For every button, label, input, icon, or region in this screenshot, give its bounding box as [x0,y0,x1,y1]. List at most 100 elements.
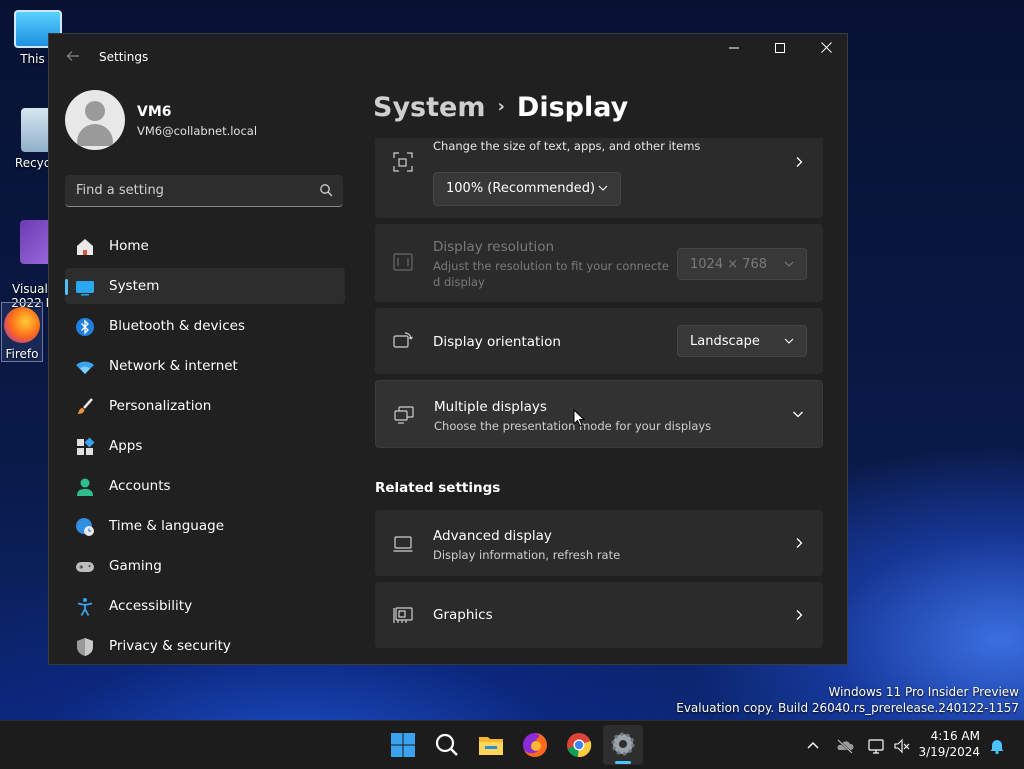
system-icon [76,281,94,296]
scale-dropdown-value: 100% (Recommended) [446,181,596,196]
user-profile[interactable]: VM6 VM6@collabnet.local [65,90,365,152]
display-resolution-card: Display resolution Adjust the resolution… [375,224,823,302]
chevron-down-icon [793,411,803,418]
home-icon [77,239,93,255]
chevron-down-icon [784,338,794,344]
chrome-icon[interactable] [563,729,595,761]
sidebar-item-label: Personalization [109,398,212,414]
window-title: Settings [99,50,149,64]
sidebar-item-home[interactable]: Home [65,228,345,264]
search-icon[interactable] [431,729,463,761]
related-settings-heading: Related settings [375,480,501,496]
sidebar-item-label: Privacy & security [109,638,231,654]
search-icon [320,184,333,197]
sidebar-item-network[interactable]: Network & internet [65,348,345,384]
multiple-displays-title: Multiple displays [434,399,547,415]
desktop-icon-label: Firefo [5,347,39,361]
chevron-down-icon [598,185,608,191]
firefox-icon[interactable] [519,729,551,761]
sidebar-item-accessibility[interactable]: Accessibility [65,588,345,624]
close-button[interactable] [803,34,847,66]
chevron-down-icon [784,261,794,267]
profile-name: VM6 [137,104,172,120]
clock-date: 3/19/2024 [918,745,980,759]
chevron-up-icon[interactable] [804,737,822,755]
taskbar: 4:16 AM 3/19/2024 [0,720,1024,769]
system-clock[interactable]: 4:16 AM 3/19/2024 [918,728,980,760]
sidebar-nav: Home System Bluetooth & devices Network … [65,228,345,664]
advanced-display-title: Advanced display [433,528,552,544]
multiple-displays-icon [394,406,414,424]
active-app-indicator [615,761,631,764]
sidebar-item-system[interactable]: System [65,268,345,304]
advanced-display-card[interactable]: Advanced display Display information, re… [375,510,823,576]
volume-muted-icon[interactable] [893,737,911,755]
sidebar-item-label: Gaming [109,558,162,574]
breadcrumb-parent[interactable]: System [373,92,485,123]
close-icon [820,42,832,53]
search-input[interactable]: Find a setting [65,175,343,207]
desktop-icon-firefox[interactable]: Firefo [1,302,43,362]
start-icon[interactable] [387,729,419,761]
notification-bell-icon[interactable] [988,737,1006,755]
globe-clock-icon [76,518,94,536]
display-resolution-subtitle-1: Adjust the resolution to fit your connec… [433,259,669,273]
file-explorer-icon[interactable] [475,729,507,761]
display-resolution-subtitle-2: d display [433,275,485,289]
scale-dropdown[interactable]: 100% (Recommended) [433,172,621,206]
sidebar-item-label: Bluetooth & devices [109,318,246,334]
watermark-line-1: Windows 11 Pro Insider Preview [828,685,1019,699]
resolution-dropdown-value: 1024 × 768 [690,257,768,272]
sidebar-item-label: Apps [109,438,143,454]
watermark-line-2: Evaluation copy. Build 26040.rs_prerelea… [676,701,1019,715]
orientation-icon [393,332,413,348]
display-resolution-title: Display resolution [433,239,555,255]
settings-icon [611,732,635,756]
minimize-button[interactable] [711,34,757,66]
search-placeholder: Find a setting [76,183,164,198]
avatar [65,90,125,150]
sidebar-item-accounts[interactable]: Accounts [65,468,345,504]
clock-time: 4:16 AM [930,729,980,743]
resolution-icon [393,253,413,271]
laptop-icon [393,536,413,552]
bluetooth-icon [76,318,94,336]
mouse-pointer-icon [573,409,585,427]
orientation-dropdown-value: Landscape [690,334,760,349]
chevron-right-icon [796,538,803,548]
accessibility-icon [77,598,93,616]
profile-email: VM6@collabnet.local [137,124,258,138]
firefox-icon [4,307,40,343]
sidebar-item-apps[interactable]: Apps [65,428,345,464]
onedrive-icon[interactable] [836,737,854,755]
sidebar-item-label: Home [109,238,149,254]
title-bar[interactable]: Settings [49,34,847,82]
breadcrumb-separator: › [497,96,505,117]
scale-icon [393,152,413,172]
sidebar-item-time-language[interactable]: Time & language [65,508,345,544]
graphics-card[interactable]: Graphics [375,582,823,648]
shield-icon [77,638,93,656]
arrow-left-icon[interactable] [63,48,83,68]
graphics-card-icon [393,607,413,623]
graphics-title: Graphics [433,607,493,623]
sidebar-item-privacy-security[interactable]: Privacy & security [65,628,345,664]
maximize-icon [775,43,785,53]
orientation-dropdown[interactable]: Landscape [677,325,807,357]
chevron-right-icon [796,610,803,620]
minimize-icon [729,47,739,49]
chevron-right-icon [796,157,803,167]
display-orientation-title: Display orientation [433,334,561,350]
sidebar-item-label: Network & internet [109,358,238,374]
sidebar-item-personalization[interactable]: Personalization [65,388,345,424]
maximize-button[interactable] [757,34,803,66]
sidebar-item-label: Accessibility [109,598,193,614]
settings-taskbar-button[interactable] [603,725,643,765]
brush-icon [78,398,93,414]
network-icon[interactable] [868,737,886,755]
apps-icon [77,437,95,455]
sidebar-item-bluetooth[interactable]: Bluetooth & devices [65,308,345,344]
multiple-displays-card[interactable]: Multiple displays Choose the presentatio… [375,380,823,448]
sidebar-item-gaming[interactable]: Gaming [65,548,345,584]
scale-card[interactable]: Change the size of text, apps, and other… [375,138,823,218]
